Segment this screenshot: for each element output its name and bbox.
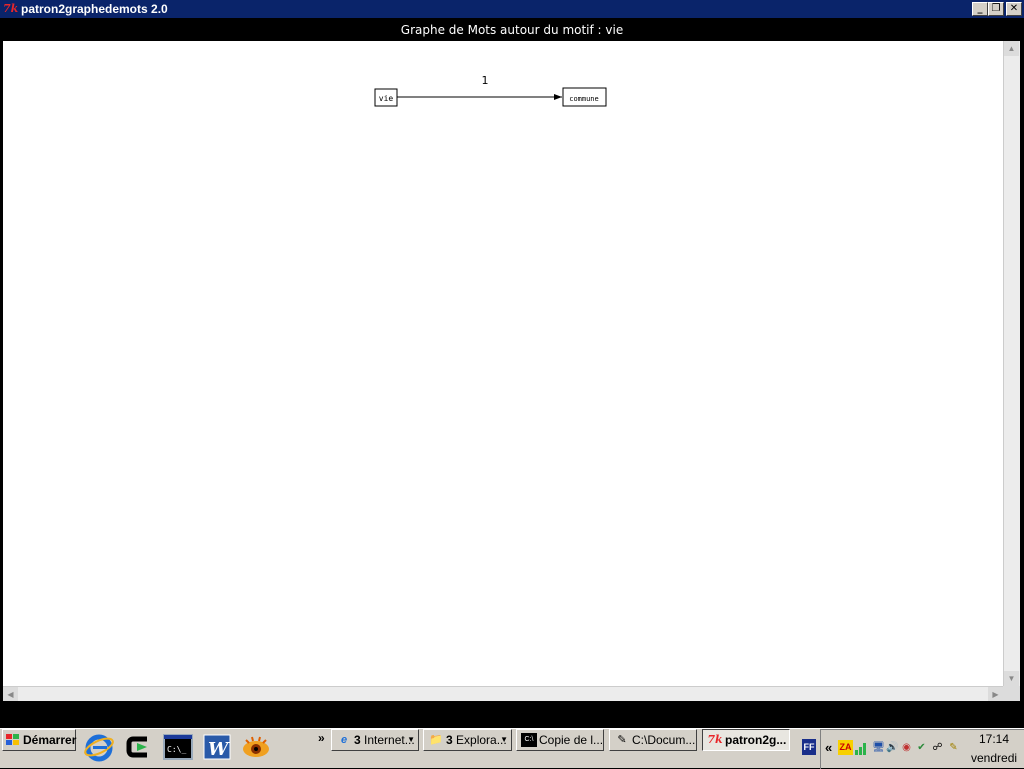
scroll-left-icon[interactable]: ◀	[3, 687, 18, 702]
quicklaunch-chevron-icon[interactable]: »	[318, 731, 325, 745]
window-bottom-strip	[0, 701, 1024, 728]
clock-time[interactable]: 17:14	[979, 732, 1009, 746]
svg-text:C:\_: C:\_	[167, 745, 186, 754]
taskbar: Démarrer C:\_ W » e 3 Internet... ▼ 📁 3 …	[0, 728, 1024, 769]
maximize-button[interactable]: ❐	[988, 2, 1004, 16]
task-label: 3 Internet...	[354, 733, 415, 747]
network-icon[interactable]: 🖥	[871, 740, 886, 755]
clock-day: vendredi	[971, 751, 1018, 765]
svg-text:W: W	[208, 739, 230, 760]
task-label: patron2g...	[725, 733, 787, 747]
graph-header: Graphe de Mots autour du motif : vie	[0, 18, 1024, 40]
antivirus-icon[interactable]: ◉	[899, 740, 914, 755]
system-tray: « ZA 🖥 🔊 ◉ ✔ ☍ ✎ 17:14 vendredi	[820, 729, 1024, 769]
task-c-documents[interactable]: ✎ C:\Docum...	[609, 729, 697, 751]
node-commune-label: commune	[569, 95, 599, 103]
tray-expand-icon[interactable]: «	[825, 740, 832, 755]
window-title: patron2graphedemots 2.0	[21, 2, 168, 16]
scroll-corner	[1003, 686, 1020, 701]
task-copie-de[interactable]: C:\ Copie de l...	[516, 729, 604, 751]
command-prompt-icon[interactable]: C:\_	[162, 731, 194, 763]
start-button[interactable]: Démarrer	[2, 729, 76, 751]
cmd-small-icon: C:\	[521, 733, 537, 747]
vertical-scrollbar[interactable]: ▲ ▼	[1003, 41, 1020, 686]
tk-app-icon: 7k	[3, 2, 19, 15]
dropdown-arrow-icon: ▼	[407, 735, 415, 744]
task-label: 3 Explora...	[446, 733, 507, 747]
internet-explorer-icon[interactable]	[83, 731, 115, 763]
tk-small-icon: 7k	[707, 733, 723, 746]
word-icon[interactable]: W	[201, 731, 233, 763]
task-label: Copie de l...	[539, 733, 604, 747]
task-explorer[interactable]: 📁 3 Explora... ▼	[423, 729, 512, 751]
node-vie-label: vie	[379, 94, 394, 103]
update-icon[interactable]: ✔	[914, 740, 929, 755]
notepad-icon: ✎	[617, 734, 627, 746]
xnview-eye-icon[interactable]	[240, 731, 272, 763]
volume-icon[interactable]: 🔊	[885, 740, 900, 755]
windows-logo-icon	[6, 734, 20, 746]
zonealarm-icon[interactable]: ZA	[838, 740, 853, 755]
scroll-up-icon[interactable]: ▲	[1004, 41, 1019, 56]
horizontal-scrollbar[interactable]: ◀ ▶	[3, 686, 1003, 702]
folder-icon: 📁	[429, 734, 443, 746]
graph-svg: vie 1 commune	[374, 74, 607, 107]
scroll-down-icon[interactable]: ▼	[1004, 671, 1019, 686]
pen-tool-icon[interactable]: ✎	[946, 740, 961, 755]
edge-weight-label: 1	[482, 74, 489, 87]
app-c-icon[interactable]	[123, 731, 155, 763]
graph-title: Graphe de Mots autour du motif : vie	[400, 23, 624, 37]
task-patron2graphedemots[interactable]: 7k patron2g...	[702, 729, 790, 751]
start-label: Démarrer	[23, 733, 77, 747]
ie-small-icon: e	[340, 734, 348, 746]
signal-bars-icon[interactable]	[854, 740, 869, 755]
connection-icon[interactable]: ☍	[930, 740, 945, 755]
close-button[interactable]: ✕	[1006, 2, 1022, 16]
dropdown-arrow-icon: ▼	[500, 735, 508, 744]
window-titlebar[interactable]: 7k patron2graphedemots 2.0 _ ❐ ✕	[0, 0, 1024, 18]
scroll-right-icon[interactable]: ▶	[988, 687, 1003, 702]
task-internet-explorer[interactable]: e 3 Internet... ▼	[331, 729, 419, 751]
minimize-button[interactable]: _	[972, 2, 988, 16]
ff-icon[interactable]: FF	[802, 739, 816, 755]
graph-canvas[interactable]: vie 1 commune	[3, 41, 1003, 686]
task-label: C:\Docum...	[632, 733, 696, 747]
